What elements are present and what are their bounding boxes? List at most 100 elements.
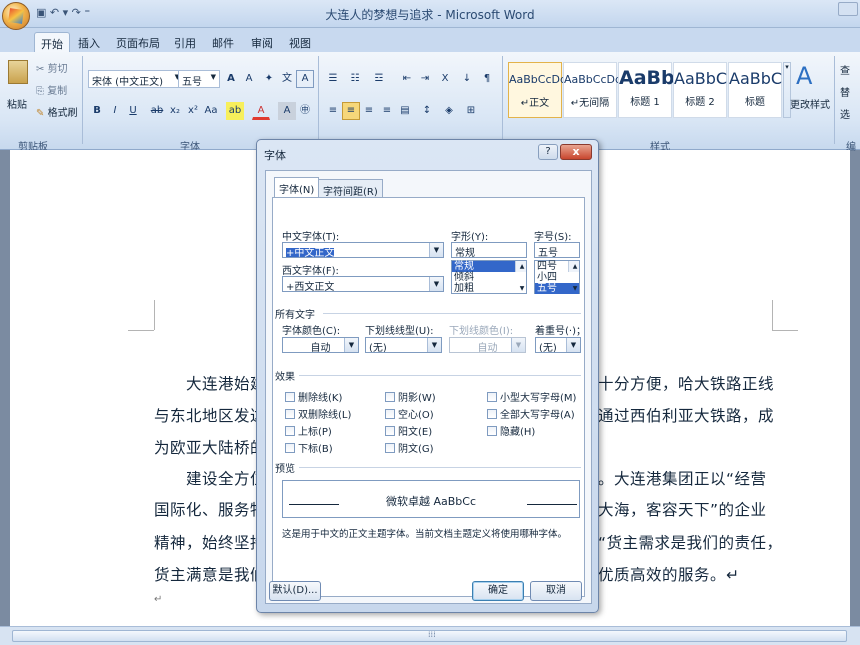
office-button[interactable] — [2, 2, 30, 30]
change-case-icon[interactable]: Aa — [202, 102, 220, 120]
outline-checkbox[interactable]: 空心(O) — [385, 406, 434, 421]
help-button[interactable]: ? — [538, 144, 558, 160]
dropdown-arrow-icon: ▼ — [427, 338, 441, 352]
font-color-select[interactable]: 自动 ▼ — [282, 337, 359, 353]
tab-review[interactable]: 审阅 — [245, 32, 279, 52]
font-size-select[interactable]: 五号 ▼ — [178, 70, 220, 88]
highlight-icon[interactable]: ab — [226, 102, 244, 120]
tab-insert[interactable]: 插入 — [72, 32, 106, 52]
underline-style-select[interactable]: (无) ▼ — [365, 337, 442, 353]
numbering-icon[interactable]: ☷ — [346, 70, 364, 88]
increase-indent-icon[interactable]: ⇥ — [416, 70, 434, 88]
tab-mailings[interactable]: 邮件 — [206, 32, 240, 52]
double-strikethrough-checkbox[interactable]: 双删除线(L) — [285, 406, 351, 421]
select-button[interactable]: 选 — [840, 106, 850, 121]
clear-format-icon[interactable]: ✦ — [260, 70, 278, 88]
change-styles-icon[interactable]: A — [796, 62, 812, 90]
sort-icon[interactable]: ↓ — [458, 70, 476, 88]
character-shading-icon[interactable]: A — [278, 102, 296, 120]
decrease-indent-icon[interactable]: ⇤ — [398, 70, 416, 88]
dialog-title: 字体 — [264, 149, 286, 162]
font-size-list[interactable]: 四号 小四 五号 ▲ ▼ — [534, 260, 580, 294]
list-scrollbar[interactable]: ▲ ▼ — [515, 261, 526, 292]
align-right-icon[interactable]: ≡ — [360, 102, 378, 120]
underline-color-select[interactable]: 自动 ▼ — [449, 337, 526, 353]
superscript-checkbox[interactable]: 上标(P) — [285, 423, 332, 438]
shadow-checkbox[interactable]: 阴影(W) — [385, 389, 436, 404]
enclose-characters-icon[interactable]: ㊥ — [296, 102, 314, 120]
tab-home[interactable]: 开始 — [34, 32, 70, 52]
subscript-checkbox[interactable]: 下标(B) — [285, 440, 333, 455]
emboss-checkbox[interactable]: 阳文(E) — [385, 423, 432, 438]
tab-view[interactable]: 视图 — [283, 32, 317, 52]
format-painter-button[interactable]: ✎ 格式刷 — [36, 104, 78, 119]
paste-button[interactable]: 粘贴 — [7, 96, 27, 111]
justify-icon[interactable]: ≡ — [378, 102, 396, 120]
cancel-button[interactable]: 取消 — [530, 581, 582, 601]
style-normal[interactable]: AaBbCcDd ↵正文 — [508, 62, 567, 118]
shrink-font-icon[interactable]: A — [240, 70, 258, 88]
west-font-select[interactable]: +西文正文 ▼ — [282, 276, 444, 292]
paste-icon[interactable] — [8, 60, 28, 84]
strikethrough-icon[interactable]: ab — [148, 102, 166, 120]
bullets-icon[interactable]: ☰ — [324, 70, 342, 88]
list-item[interactable]: 倾斜 — [452, 272, 526, 283]
engrave-checkbox[interactable]: 阴文(G) — [385, 440, 434, 455]
minimize-button[interactable] — [838, 2, 858, 16]
style-heading-2[interactable]: AaBbC 标题 2 — [673, 62, 727, 118]
emphasis-mark-select[interactable]: (无) ▼ — [535, 337, 581, 353]
find-button[interactable]: 查 — [840, 62, 850, 77]
phonetic-guide-icon[interactable]: 文 — [278, 70, 296, 88]
tab-character-spacing[interactable]: 字符间距(R) — [318, 179, 383, 198]
ok-button[interactable]: 确定 — [472, 581, 524, 601]
font-style-input[interactable]: 常规 — [451, 242, 527, 258]
list-scrollbar[interactable]: ▲ ▼ — [568, 261, 579, 292]
style-heading-1[interactable]: AaBb 标题 1 — [618, 62, 675, 118]
font-name-select[interactable]: 宋体 (中文正文)▼ — [88, 70, 184, 88]
tab-page-layout[interactable]: 页面布局 — [110, 32, 166, 52]
tab-references[interactable]: 引用 — [168, 32, 202, 52]
distributed-icon[interactable]: ▤ — [396, 102, 414, 120]
tab-font[interactable]: 字体(N) — [274, 177, 320, 198]
strikethrough-checkbox[interactable]: 删除线(K) — [285, 389, 342, 404]
underline-icon[interactable]: U — [124, 102, 142, 120]
bold-icon[interactable]: B — [88, 102, 106, 120]
italic-icon[interactable]: I — [106, 102, 124, 120]
scroll-thumb[interactable]: ⁞⁞⁞ — [12, 630, 847, 642]
cn-font-select[interactable]: +中文正文 ▼ — [282, 242, 444, 258]
horizontal-scrollbar[interactable]: ⁞⁞⁞ — [0, 626, 860, 645]
superscript-icon[interactable]: x² — [184, 102, 202, 120]
paragraph-mark: ↵ — [154, 594, 163, 605]
style-no-spacing[interactable]: AaBbCcDd ↵无间隔 — [563, 62, 622, 118]
close-button[interactable]: x — [560, 144, 592, 160]
borders-icon[interactable]: ⊞ — [462, 102, 480, 120]
list-item[interactable]: 加粗 — [452, 283, 526, 294]
replace-button[interactable]: 替 — [840, 84, 850, 99]
chinese-layout-icon[interactable]: X — [436, 70, 454, 88]
font-style-list[interactable]: 常规 倾斜 加粗 ▲ ▼ — [451, 260, 527, 294]
shading-icon[interactable]: ◈ — [440, 102, 458, 120]
character-border-icon[interactable]: A — [296, 70, 314, 88]
copy-button[interactable]: ⎘ 复制 — [36, 82, 67, 97]
document-text: 货主满意是我们 — [154, 566, 267, 584]
list-item[interactable]: 小四 — [535, 272, 579, 283]
multilevel-list-icon[interactable]: ☲ — [370, 70, 388, 88]
divider — [502, 56, 503, 144]
cut-button[interactable]: ✂ 剪切 — [36, 60, 68, 75]
ribbon: 粘贴 ✂ 剪切 ⎘ 复制 ✎ 格式刷 剪贴板 宋体 (中文正文)▼ 五号▼ A … — [0, 52, 860, 153]
line-spacing-icon[interactable]: ↕ — [418, 102, 436, 120]
subscript-icon[interactable]: x₂ — [166, 102, 184, 120]
align-left-icon[interactable]: ≡ — [324, 102, 342, 120]
font-size-input[interactable]: 五号 — [534, 242, 580, 258]
change-styles-button[interactable]: 更改样式 — [790, 96, 830, 111]
show-marks-icon[interactable]: ¶ — [478, 70, 496, 88]
all-caps-checkbox[interactable]: 全部大写字母(A) — [487, 406, 575, 421]
align-center-icon[interactable]: ≡ — [342, 102, 360, 120]
grow-font-icon[interactable]: A — [222, 70, 240, 88]
font-color-icon[interactable]: A — [252, 102, 270, 120]
document-text: 大连港始建 — [186, 375, 267, 393]
hidden-checkbox[interactable]: 隐藏(H) — [487, 423, 535, 438]
small-caps-checkbox[interactable]: 小型大写字母(M) — [487, 389, 576, 404]
default-button[interactable]: 默认(D)... — [269, 581, 321, 601]
style-title[interactable]: AaBbC 标题 — [728, 62, 782, 118]
